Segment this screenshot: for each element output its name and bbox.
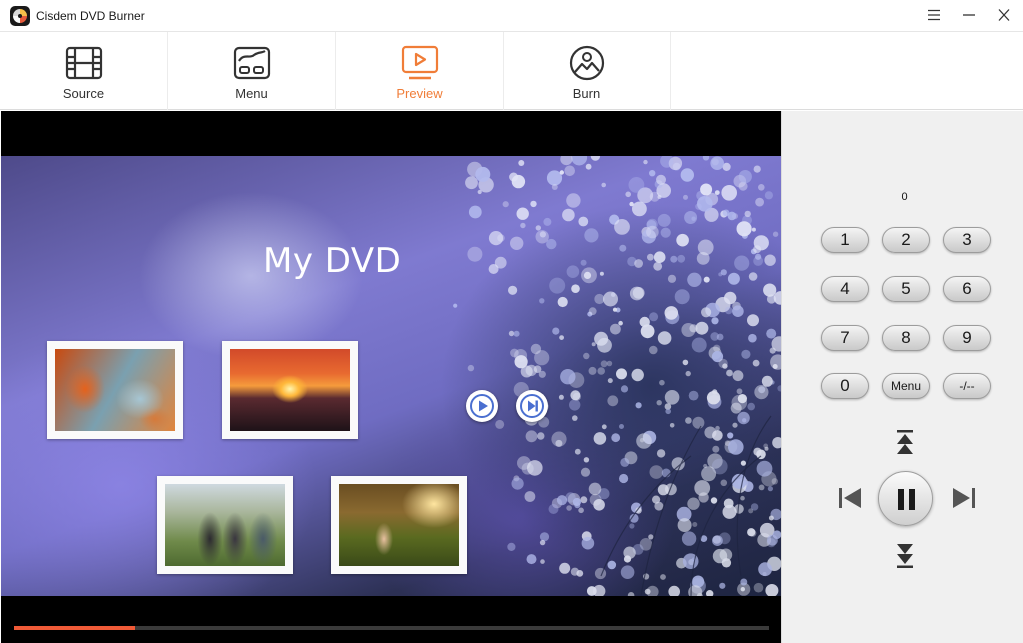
disc-image-icon (569, 45, 605, 81)
remote-control-panel: 0 1 2 3 4 5 6 7 8 9 0 Menu -/-- (781, 111, 1023, 643)
playback-progress-bar[interactable] (14, 626, 769, 630)
skip-next-icon (520, 394, 544, 418)
pause-button[interactable] (878, 471, 933, 526)
app-logo-icon (10, 6, 30, 26)
tab-burn[interactable]: Burn (503, 32, 671, 110)
chapter-thumbnail-2[interactable] (222, 341, 358, 439)
tab-menu[interactable]: Menu (168, 32, 336, 110)
pause-icon (898, 489, 915, 510)
chapter-thumbnail-1[interactable] (47, 341, 183, 439)
minimize-icon[interactable] (954, 4, 984, 26)
close-icon[interactable] (989, 4, 1019, 26)
remote-key-6[interactable]: 6 (943, 276, 991, 302)
remote-key-2[interactable]: 2 (882, 227, 930, 253)
skip-to-top-icon[interactable] (895, 429, 915, 459)
play-icon (470, 394, 494, 418)
hamburger-menu-icon[interactable] (919, 4, 949, 26)
remote-key-7[interactable]: 7 (821, 325, 869, 351)
remote-key-9[interactable]: 9 (943, 325, 991, 351)
chapter-thumbnail-4[interactable] (331, 476, 467, 574)
title-bar: Cisdem DVD Burner (0, 0, 1023, 31)
remote-menu-button[interactable]: Menu (882, 373, 930, 399)
next-track-icon[interactable] (952, 487, 976, 509)
chapter-thumbnail-3[interactable] (157, 476, 293, 574)
dvd-menu-title[interactable]: My DVD (263, 241, 401, 281)
menu-layout-icon (233, 46, 271, 80)
remote-key-8[interactable]: 8 (882, 325, 930, 351)
window-title: Cisdem DVD Burner (36, 9, 145, 23)
film-icon (65, 46, 103, 80)
preview-play-icon (401, 45, 439, 80)
remote-dash-button[interactable]: -/-- (943, 373, 991, 399)
remote-key-5[interactable]: 5 (882, 276, 930, 302)
remote-key-1[interactable]: 1 (821, 227, 869, 253)
previous-track-icon[interactable] (838, 487, 862, 509)
skip-to-bottom-icon[interactable] (895, 539, 915, 569)
menu-background-image: My DVD (1, 156, 781, 596)
remote-key-3[interactable]: 3 (943, 227, 991, 253)
dvd-preview-player: My DVD (1, 111, 781, 643)
remote-key-4[interactable]: 4 (821, 276, 869, 302)
main-tab-bar: Source Menu Preview Burn (0, 31, 1023, 110)
tab-menu-label: Menu (235, 86, 268, 101)
tab-source-label: Source (62, 86, 105, 101)
menu-next-button[interactable] (516, 390, 548, 422)
tab-preview-label: Preview (396, 86, 443, 101)
tab-burn-label: Burn (572, 86, 601, 101)
tab-source[interactable]: Source (0, 32, 168, 110)
remote-key-0[interactable]: 0 (821, 373, 869, 399)
playback-progress-fill (14, 626, 135, 630)
tab-preview[interactable]: Preview (336, 32, 504, 110)
remote-number-readout: 0 (901, 191, 908, 203)
menu-play-button[interactable] (466, 390, 498, 422)
